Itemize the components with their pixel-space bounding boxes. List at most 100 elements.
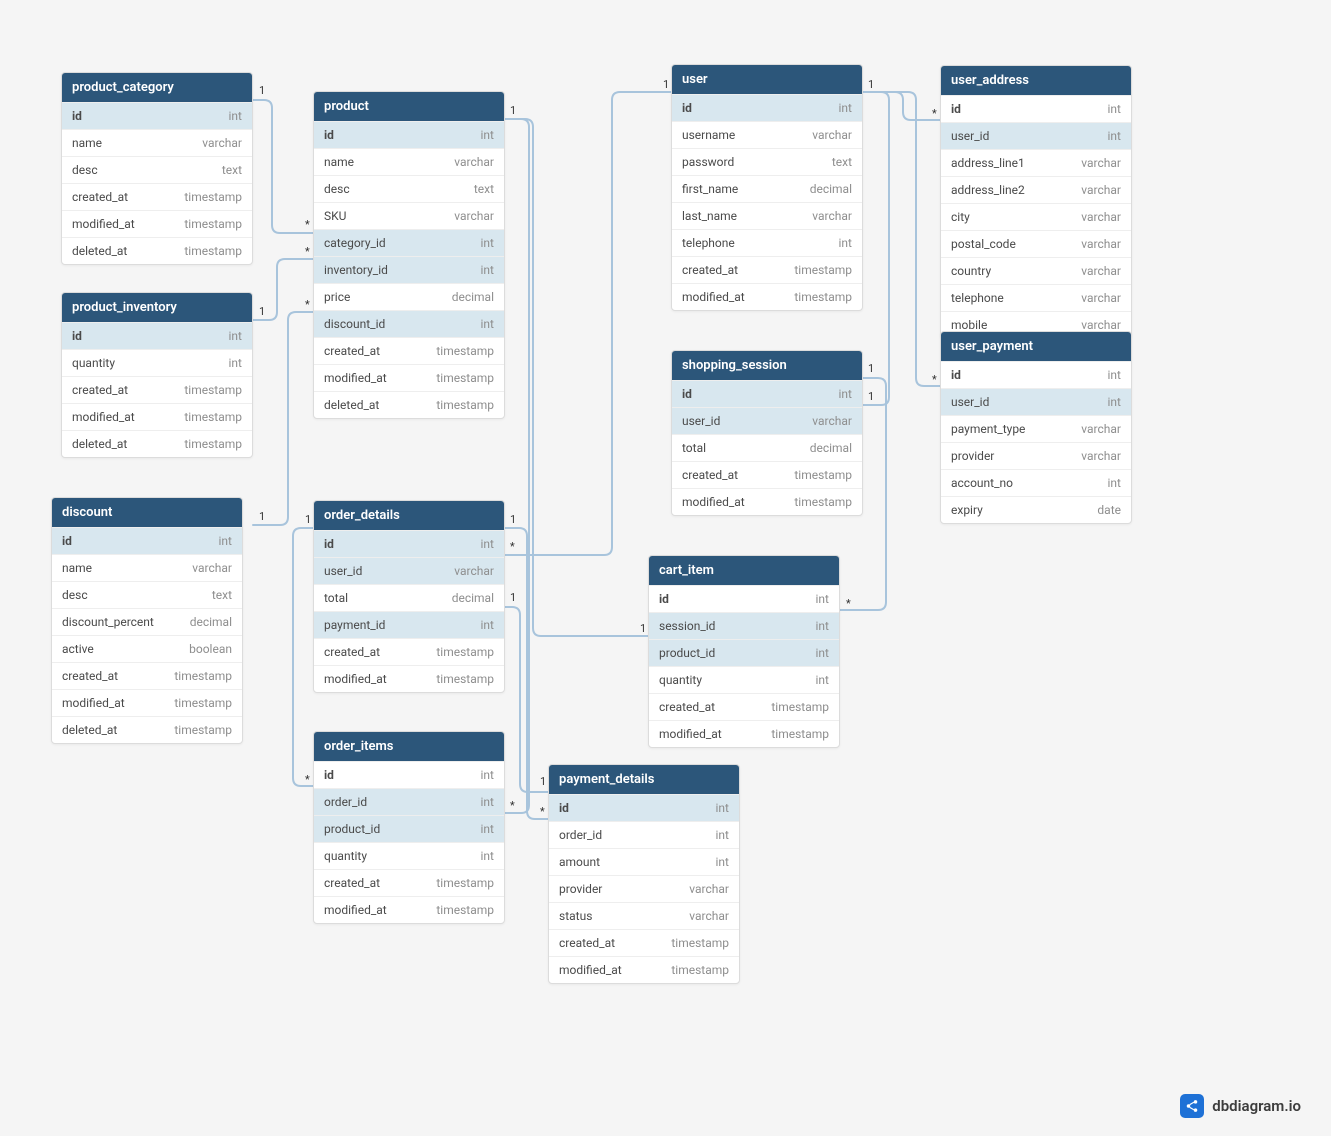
table-row[interactable]: namevarchar: [314, 148, 504, 175]
table-row[interactable]: user_idvarchar: [314, 557, 504, 584]
table-row[interactable]: payment_typevarchar: [941, 415, 1131, 442]
table-product_category[interactable]: product_categoryidintnamevarchardesctext…: [61, 72, 253, 265]
table-row[interactable]: payment_idint: [314, 611, 504, 638]
table-row[interactable]: idint: [52, 527, 242, 554]
table-row[interactable]: address_line2varchar: [941, 176, 1131, 203]
table-header[interactable]: user_payment: [941, 332, 1131, 361]
table-row[interactable]: usernamevarchar: [672, 121, 862, 148]
table-row[interactable]: providervarchar: [941, 442, 1131, 469]
table-product[interactable]: productidintnamevarchardesctextSKUvarcha…: [313, 91, 505, 419]
table-row[interactable]: last_namevarchar: [672, 202, 862, 229]
table-header[interactable]: cart_item: [649, 556, 839, 585]
table-row[interactable]: idint: [314, 530, 504, 557]
table-row[interactable]: quantityint: [62, 349, 252, 376]
table-row[interactable]: deleted_attimestamp: [52, 716, 242, 743]
table-row[interactable]: created_attimestamp: [672, 256, 862, 283]
table-header[interactable]: shopping_session: [672, 351, 862, 380]
table-row[interactable]: passwordtext: [672, 148, 862, 175]
table-row[interactable]: first_namedecimal: [672, 175, 862, 202]
table-row[interactable]: SKUvarchar: [314, 202, 504, 229]
table-row[interactable]: modified_attimestamp: [314, 665, 504, 692]
table-row[interactable]: pricedecimal: [314, 283, 504, 310]
table-row[interactable]: modified_attimestamp: [314, 896, 504, 923]
table-row[interactable]: activeboolean: [52, 635, 242, 662]
table-row[interactable]: idint: [672, 380, 862, 407]
table-user[interactable]: useridintusernamevarcharpasswordtextfirs…: [671, 64, 863, 311]
table-row[interactable]: idint: [62, 102, 252, 129]
table-payment_details[interactable]: payment_detailsidintorder_idintamountint…: [548, 764, 740, 984]
table-row[interactable]: telephoneint: [672, 229, 862, 256]
table-row[interactable]: quantityint: [649, 666, 839, 693]
table-header[interactable]: product_category: [62, 73, 252, 102]
table-row[interactable]: user_idint: [941, 122, 1131, 149]
table-row[interactable]: created_attimestamp: [549, 929, 739, 956]
table-row[interactable]: telephonevarchar: [941, 284, 1131, 311]
table-discount[interactable]: discountidintnamevarchardesctextdiscount…: [51, 497, 243, 744]
table-row[interactable]: desctext: [314, 175, 504, 202]
table-row[interactable]: deleted_attimestamp: [314, 391, 504, 418]
table-row[interactable]: product_idint: [314, 815, 504, 842]
table-row[interactable]: product_idint: [649, 639, 839, 666]
table-row[interactable]: created_attimestamp: [62, 183, 252, 210]
table-row[interactable]: order_idint: [314, 788, 504, 815]
table-row[interactable]: user_idvarchar: [672, 407, 862, 434]
table-row[interactable]: created_attimestamp: [672, 461, 862, 488]
table-row[interactable]: created_attimestamp: [649, 693, 839, 720]
table-row[interactable]: providervarchar: [549, 875, 739, 902]
table-row[interactable]: postal_codevarchar: [941, 230, 1131, 257]
table-row[interactable]: created_attimestamp: [314, 869, 504, 896]
table-row[interactable]: discount_idint: [314, 310, 504, 337]
table-row[interactable]: amountint: [549, 848, 739, 875]
table-cart_item[interactable]: cart_itemidintsession_idintproduct_idint…: [648, 555, 840, 748]
table-row[interactable]: desctext: [52, 581, 242, 608]
dbdiagram-logo[interactable]: dbdiagram.io: [1180, 1094, 1301, 1118]
table-row[interactable]: session_idint: [649, 612, 839, 639]
table-header[interactable]: payment_details: [549, 765, 739, 794]
table-row[interactable]: modified_attimestamp: [672, 488, 862, 515]
table-user_address[interactable]: user_addressidintuser_idintaddress_line1…: [940, 65, 1132, 339]
table-row[interactable]: cityvarchar: [941, 203, 1131, 230]
table-header[interactable]: user_address: [941, 66, 1131, 95]
table-header[interactable]: product_inventory: [62, 293, 252, 322]
table-row[interactable]: totaldecimal: [314, 584, 504, 611]
table-row[interactable]: modified_attimestamp: [314, 364, 504, 391]
table-row[interactable]: countryvarchar: [941, 257, 1131, 284]
table-header[interactable]: order_details: [314, 501, 504, 530]
table-row[interactable]: idint: [649, 585, 839, 612]
table-row[interactable]: modified_attimestamp: [549, 956, 739, 983]
table-row[interactable]: idint: [672, 94, 862, 121]
table-row[interactable]: idint: [314, 761, 504, 788]
table-row[interactable]: idint: [549, 794, 739, 821]
table-row[interactable]: expirydate: [941, 496, 1131, 523]
table-product_inventory[interactable]: product_inventoryidintquantityintcreated…: [61, 292, 253, 458]
table-row[interactable]: idint: [314, 121, 504, 148]
table-row[interactable]: discount_percentdecimal: [52, 608, 242, 635]
table-row[interactable]: order_idint: [549, 821, 739, 848]
table-row[interactable]: inventory_idint: [314, 256, 504, 283]
table-row[interactable]: deleted_attimestamp: [62, 430, 252, 457]
table-header[interactable]: product: [314, 92, 504, 121]
table-row[interactable]: idint: [941, 361, 1131, 388]
table-row[interactable]: namevarchar: [52, 554, 242, 581]
table-row[interactable]: created_attimestamp: [62, 376, 252, 403]
table-user_payment[interactable]: user_paymentidintuser_idintpayment_typev…: [940, 331, 1132, 524]
table-row[interactable]: created_attimestamp: [314, 638, 504, 665]
table-row[interactable]: category_idint: [314, 229, 504, 256]
table-row[interactable]: idint: [62, 322, 252, 349]
table-row[interactable]: address_line1varchar: [941, 149, 1131, 176]
table-row[interactable]: namevarchar: [62, 129, 252, 156]
table-order_details[interactable]: order_detailsidintuser_idvarchartotaldec…: [313, 500, 505, 693]
table-row[interactable]: created_attimestamp: [52, 662, 242, 689]
table-row[interactable]: totaldecimal: [672, 434, 862, 461]
table-row[interactable]: desctext: [62, 156, 252, 183]
table-row[interactable]: deleted_attimestamp: [62, 237, 252, 264]
table-row[interactable]: account_noint: [941, 469, 1131, 496]
table-row[interactable]: modified_attimestamp: [649, 720, 839, 747]
table-shopping_session[interactable]: shopping_sessionidintuser_idvarchartotal…: [671, 350, 863, 516]
table-row[interactable]: statusvarchar: [549, 902, 739, 929]
table-header[interactable]: user: [672, 65, 862, 94]
table-row[interactable]: modified_attimestamp: [62, 403, 252, 430]
table-row[interactable]: user_idint: [941, 388, 1131, 415]
table-row[interactable]: modified_attimestamp: [62, 210, 252, 237]
table-row[interactable]: idint: [941, 95, 1131, 122]
